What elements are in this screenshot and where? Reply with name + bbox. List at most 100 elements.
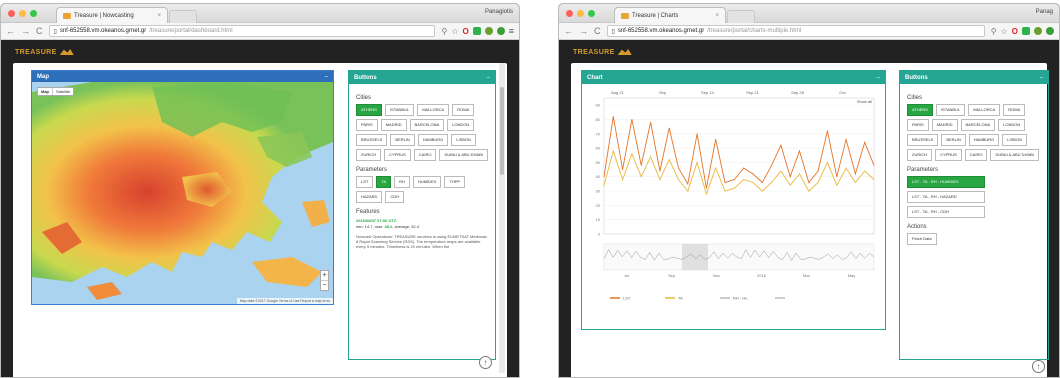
collapse-icon[interactable]: –: [877, 75, 880, 81]
browser-tab[interactable]: Treasure | Nowcasting ×: [56, 7, 168, 23]
site-logo[interactable]: TREASURE: [573, 49, 632, 56]
parameter-group-button-lst-ta-rh-cdh[interactable]: LST - TA - RH - CDH: [907, 206, 985, 218]
extension-icon[interactable]: [484, 27, 493, 35]
profile-name[interactable]: Panag: [1036, 9, 1053, 15]
city-button-athens[interactable]: ATHENS: [356, 104, 382, 116]
close-window-button[interactable]: [566, 10, 573, 17]
back-arrow-icon[interactable]: ←: [564, 26, 573, 36]
search-icon[interactable]: ⚲: [991, 27, 997, 36]
parameter-button-thpp[interactable]: THPP: [444, 176, 466, 188]
site-logo[interactable]: TREASURE: [15, 49, 74, 56]
extension-icon[interactable]: [496, 27, 505, 35]
minimize-window-button[interactable]: [577, 10, 584, 17]
city-button-dubai-abu-dhabi[interactable]: DUBAI & ABU DHABI: [990, 149, 1039, 161]
city-button-cyprus[interactable]: CYPRUS: [384, 149, 411, 161]
browser-tab[interactable]: Treasure | Charts ×: [614, 7, 726, 23]
parameter-group-button-lst-ta-rh-humidex[interactable]: LST - TA - RH - HUMIDEX: [907, 176, 985, 188]
new-tab-button[interactable]: [169, 10, 197, 23]
city-button-barcelona[interactable]: BARCELONA: [960, 119, 996, 131]
parameter-group-button-lst-ta-rh-hazard[interactable]: LST - TA - RH - HAZARD: [907, 191, 985, 203]
address-bar[interactable]: ▯ snf-652558.vm.okeanos.grnet.gr/treasur…: [48, 25, 436, 37]
extension-icon[interactable]: [1022, 27, 1030, 35]
city-button-istanbul[interactable]: ISTANBUL: [935, 104, 966, 116]
reload-icon[interactable]: C: [36, 26, 43, 36]
city-button-cairo[interactable]: CAIRO: [964, 149, 988, 161]
legend-label: RH - Hu: [733, 296, 747, 301]
parameter-button-cdh[interactable]: CDH: [385, 191, 405, 203]
map-type-control[interactable]: Map Satellite: [37, 87, 75, 96]
menu-icon[interactable]: ≡: [509, 26, 514, 36]
city-button-cyprus[interactable]: CYPRUS: [935, 149, 962, 161]
temperature-map[interactable]: Map Satellite + − Map data ©2017 Google …: [32, 82, 333, 304]
url-path: /treasure/portal/dashboard.html: [149, 28, 233, 34]
map-canvas[interactable]: [32, 82, 333, 304]
city-button-cairo[interactable]: CAIRO: [413, 149, 437, 161]
minimize-window-button[interactable]: [19, 10, 26, 17]
parameter-button-hazard[interactable]: HAZARD: [356, 191, 383, 203]
tab-close-icon[interactable]: ×: [157, 13, 161, 19]
city-button-madrid[interactable]: MADRID: [931, 119, 958, 131]
zoom-in-button[interactable]: +: [321, 271, 328, 280]
collapse-icon[interactable]: –: [325, 74, 328, 80]
city-button-mallorca[interactable]: MALLORCA: [968, 104, 1001, 116]
star-icon[interactable]: ☆: [451, 27, 458, 36]
scrollbar-thumb[interactable]: [500, 87, 504, 175]
city-button-roma[interactable]: ROMA: [1003, 104, 1026, 116]
opera-icon[interactable]: O: [463, 27, 469, 36]
forward-arrow-icon[interactable]: →: [579, 26, 588, 36]
maximize-window-button[interactable]: [30, 10, 37, 17]
extension-icon[interactable]: [472, 27, 481, 35]
city-button-berlin[interactable]: BERLIN: [941, 134, 966, 146]
city-button-brussels[interactable]: BRUSSELS: [907, 134, 939, 146]
city-button-berlin[interactable]: BERLIN: [390, 134, 415, 146]
city-button-london[interactable]: LONDON: [998, 119, 1026, 131]
page-scrollbar[interactable]: [499, 63, 505, 373]
collapse-icon[interactable]: –: [487, 75, 490, 81]
city-button-zurich[interactable]: ZURICH: [356, 149, 382, 161]
search-icon[interactable]: ⚲: [441, 27, 447, 36]
opera-icon[interactable]: O: [1012, 27, 1018, 36]
close-window-button[interactable]: [8, 10, 15, 17]
city-button-lisbon[interactable]: LISBON: [451, 134, 476, 146]
city-button-hamburg[interactable]: HAMBURG: [968, 134, 1000, 146]
city-button-athens[interactable]: ATHENS: [907, 104, 933, 116]
address-bar[interactable]: ▯ snf-652558.vm.okeanos.grnet.gr/treasur…: [606, 25, 985, 37]
action-button-fetch-data[interactable]: Fetch Data: [907, 233, 937, 245]
city-button-barcelona[interactable]: BARCELONA: [409, 119, 445, 131]
scroll-up-button[interactable]: ↑: [479, 356, 492, 369]
star-icon[interactable]: ☆: [1001, 27, 1008, 36]
back-arrow-icon[interactable]: ←: [6, 26, 15, 36]
city-button-zurich[interactable]: ZURICH: [907, 149, 933, 161]
profile-name[interactable]: Panagiotis: [485, 9, 513, 15]
parameter-button-ta[interactable]: TA: [376, 176, 392, 188]
city-button-dubai-abu-dhabi[interactable]: DUBAI & ABU DHABI: [439, 149, 488, 161]
line-chart[interactable]: 90 80 70 60 50 40 30 20 10 0 Aug 21 Sep Sep 14 Sep 21…: [582, 84, 885, 329]
new-tab-button[interactable]: [727, 10, 755, 23]
map-type-map[interactable]: Map: [38, 88, 53, 95]
buttons-panel-body: Cities ATHENS ISTANBUL MALLORCA ROMA PARIS MA…: [900, 84, 1048, 250]
parameter-button-lst[interactable]: LST: [356, 176, 374, 188]
city-button-london[interactable]: LONDON: [447, 119, 475, 131]
maximize-window-button[interactable]: [588, 10, 595, 17]
reload-icon[interactable]: C: [594, 26, 601, 36]
city-button-roma[interactable]: ROMA: [452, 104, 475, 116]
tab-close-icon[interactable]: ×: [715, 13, 719, 19]
extension-icon[interactable]: [1034, 27, 1042, 35]
parameter-button-rh[interactable]: RH: [394, 176, 410, 188]
extension-icon[interactable]: [1046, 27, 1054, 35]
city-button-mallorca[interactable]: MALLORCA: [417, 104, 450, 116]
forward-arrow-icon[interactable]: →: [21, 26, 30, 36]
city-button-istanbul[interactable]: ISTANBUL: [384, 104, 415, 116]
city-button-paris[interactable]: PARIS: [907, 119, 929, 131]
buttons-panel: Buttons – Cities ATHENS ISTANBUL MALLORCA R…: [899, 70, 1049, 360]
scroll-up-button[interactable]: ↑: [1032, 360, 1045, 373]
collapse-icon[interactable]: –: [1040, 75, 1043, 81]
city-button-paris[interactable]: PARIS: [356, 119, 378, 131]
parameter-button-humidex[interactable]: HUMIDEX: [412, 176, 442, 188]
city-button-lisbon[interactable]: LISBON: [1002, 134, 1027, 146]
city-button-madrid[interactable]: MADRID: [380, 119, 407, 131]
zoom-out-button[interactable]: −: [321, 280, 328, 290]
city-button-hamburg[interactable]: HAMBURG: [417, 134, 449, 146]
map-type-satellite[interactable]: Satellite: [53, 88, 73, 95]
city-button-brussels[interactable]: BRUSSELS: [356, 134, 388, 146]
